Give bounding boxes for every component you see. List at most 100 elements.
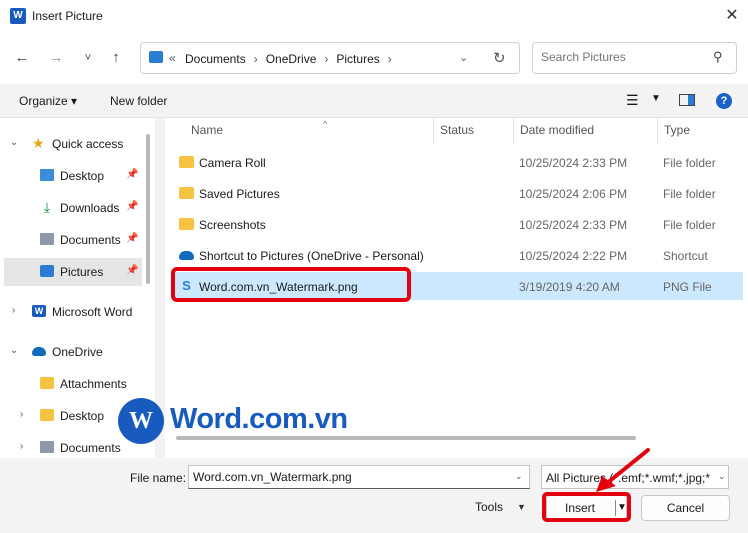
- file-date: 10/25/2024 2:06 PM: [519, 187, 628, 201]
- chevron-right-icon[interactable]: ›: [12, 305, 15, 316]
- breadcrumb-overflow-icon[interactable]: «: [169, 51, 176, 65]
- sidebar-item-label: Desktop: [60, 409, 105, 423]
- file-date: 10/25/2024 2:33 PM: [519, 218, 628, 232]
- chevron-down-icon[interactable]: ⌄: [515, 471, 523, 482]
- chevron-right-icon[interactable]: ›: [20, 441, 23, 452]
- breadcrumb-onedrive[interactable]: OneDrive: [266, 52, 317, 66]
- navigation-bar: ← → ˅ ↑ « Documents › OneDrive › Picture…: [0, 32, 748, 84]
- back-arrow-icon[interactable]: ←: [12, 48, 32, 68]
- watermark-text: Word.com.vn: [170, 403, 348, 435]
- search-icon[interactable]: ⚲: [713, 49, 723, 65]
- sidebar-item-label: Attachments: [60, 377, 127, 391]
- column-header-status[interactable]: Status: [433, 118, 513, 144]
- window-title: Insert Picture: [32, 9, 103, 23]
- file-type: File folder: [663, 187, 716, 201]
- red-arrow-annotation: [596, 448, 650, 492]
- file-name-combobox[interactable]: ⌄: [188, 465, 530, 489]
- pictures-icon: [40, 265, 54, 277]
- sidebar-item-pictures[interactable]: Pictures 📌: [4, 258, 142, 286]
- file-name: Saved Pictures: [199, 187, 280, 201]
- file-type: PNG File: [663, 280, 712, 294]
- search-box[interactable]: ⚲: [532, 42, 737, 74]
- recent-locations-icon[interactable]: ˅: [78, 48, 98, 68]
- breadcrumb: Documents › OneDrive › Pictures ›: [185, 52, 392, 66]
- breadcrumb-documents[interactable]: Documents: [185, 52, 246, 66]
- folder-icon: [40, 409, 54, 421]
- sidebar-item-label: Pictures: [60, 265, 104, 279]
- chevron-right-icon[interactable]: ›: [20, 409, 23, 420]
- chevron-right-icon[interactable]: ›: [388, 52, 392, 66]
- preview-pane-icon[interactable]: [679, 94, 695, 106]
- watermark: W Word.com.vn: [118, 398, 348, 444]
- address-dropdown-icon[interactable]: ⌄: [459, 51, 468, 64]
- sidebar-item-onedrive[interactable]: ⌄ OneDrive: [0, 338, 155, 366]
- folder-icon: [40, 377, 54, 389]
- downloads-icon: ⤓: [43, 199, 51, 215]
- forward-arrow-icon[interactable]: →: [46, 48, 66, 68]
- sidebar-item-microsoft-word[interactable]: › W Microsoft Word: [0, 298, 155, 326]
- sidebar-item-label: Downloads: [60, 201, 120, 215]
- sidebar-item-quick-access[interactable]: ⌄ ★ Quick access: [0, 130, 155, 158]
- highlight-selected-file: [171, 267, 411, 302]
- sidebar-item-documents[interactable]: Documents 📌: [0, 226, 155, 254]
- new-folder-button[interactable]: New folder: [110, 94, 167, 108]
- file-date: 10/25/2024 2:22 PM: [519, 249, 628, 263]
- view-options-icon[interactable]: ☰: [626, 92, 639, 109]
- up-arrow-icon[interactable]: ↑: [106, 48, 126, 68]
- onedrive-icon: [32, 347, 46, 356]
- file-row-screenshots[interactable]: Screenshots 10/25/2024 2:33 PM File fold…: [173, 210, 743, 238]
- pin-icon[interactable]: 📌: [126, 233, 138, 244]
- folder-icon: [179, 187, 194, 199]
- column-header-type[interactable]: Type: [657, 118, 748, 144]
- file-type: Shortcut: [663, 249, 708, 263]
- chevron-down-icon[interactable]: ⌄: [10, 137, 18, 148]
- file-row-saved-pictures[interactable]: Saved Pictures 10/25/2024 2:06 PM File f…: [173, 179, 743, 207]
- column-header-name[interactable]: Name ^: [185, 118, 433, 144]
- folder-icon: [179, 156, 194, 168]
- sort-ascending-icon: ^: [323, 119, 328, 129]
- pin-icon[interactable]: 📌: [126, 169, 138, 180]
- tools-button[interactable]: Tools: [475, 500, 503, 514]
- sidebar-item-downloads[interactable]: ⤓ Downloads 📌: [0, 194, 155, 222]
- file-row-shortcut-to-pictures[interactable]: Shortcut to Pictures (OneDrive - Persona…: [173, 241, 743, 269]
- search-input[interactable]: [541, 50, 711, 64]
- column-header-date-modified[interactable]: Date modified: [513, 118, 657, 144]
- chevron-down-icon[interactable]: ⌄: [715, 471, 726, 482]
- pin-icon[interactable]: 📌: [126, 201, 138, 212]
- chevron-right-icon[interactable]: ›: [254, 52, 258, 66]
- address-bar[interactable]: « Documents › OneDrive › Pictures › ⌄ ↻: [140, 42, 520, 74]
- organize-button[interactable]: Organize ▾: [19, 94, 77, 108]
- chevron-right-icon[interactable]: ›: [324, 52, 328, 66]
- sidebar-item-label: Microsoft Word: [52, 305, 133, 319]
- file-name-input[interactable]: [193, 470, 503, 484]
- column-label: Name: [191, 123, 224, 137]
- view-dropdown-icon[interactable]: ▼: [651, 93, 661, 104]
- documents-icon: [40, 233, 54, 245]
- refresh-icon[interactable]: ↻: [493, 49, 506, 67]
- sidebar-scrollbar[interactable]: [146, 134, 150, 284]
- word-icon: W: [32, 305, 46, 317]
- sidebar-item-desktop[interactable]: Desktop 📌: [0, 162, 155, 190]
- file-row-camera-roll[interactable]: Camera Roll 10/25/2024 2:33 PM File fold…: [173, 148, 743, 176]
- pin-icon[interactable]: 📌: [126, 265, 138, 276]
- highlight-insert-button: [542, 492, 631, 522]
- help-icon[interactable]: ?: [716, 93, 732, 109]
- command-toolbar: Organize ▾ New folder ☰ ▼ ?: [0, 84, 748, 118]
- close-icon[interactable]: ✕: [720, 4, 744, 28]
- sidebar-item-label: Documents: [60, 233, 121, 247]
- file-date: 10/25/2024 2:33 PM: [519, 156, 628, 170]
- chevron-down-icon[interactable]: ⌄: [10, 345, 18, 356]
- breadcrumb-pictures[interactable]: Pictures: [336, 52, 379, 66]
- desktop-icon: [40, 169, 54, 181]
- title-bar: W Insert Picture ✕: [0, 0, 748, 32]
- word-app-icon: W: [10, 8, 26, 24]
- sidebar-item-attachments[interactable]: Attachments: [0, 370, 155, 398]
- documents-icon: [40, 441, 54, 453]
- sidebar-item-label: Documents: [60, 441, 121, 455]
- sidebar-item-label: Desktop: [60, 169, 105, 183]
- file-date: 3/19/2019 4:20 AM: [519, 280, 620, 294]
- tools-dropdown-icon[interactable]: ▼: [517, 502, 526, 512]
- cancel-button[interactable]: Cancel: [641, 495, 730, 521]
- pictures-location-icon: [149, 51, 163, 63]
- file-name: Shortcut to Pictures (OneDrive - Persona…: [199, 249, 424, 263]
